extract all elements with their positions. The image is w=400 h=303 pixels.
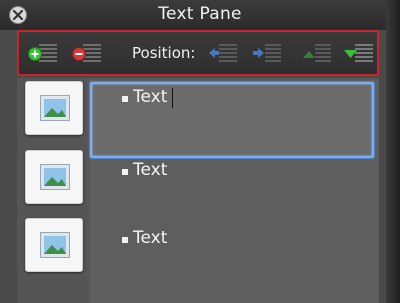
arrow-up-list-icon	[303, 44, 331, 62]
arrow-left-list-icon	[209, 44, 237, 62]
text-pane-window: Text Pane Position: Text Text Text	[0, 0, 400, 303]
add-item-button[interactable]	[27, 42, 59, 64]
text-item-label[interactable]: Text	[133, 160, 167, 180]
move-up-button[interactable]	[301, 42, 333, 64]
picture-icon	[40, 95, 70, 121]
window-title: Text Pane	[158, 4, 242, 24]
move-right-button[interactable]	[251, 42, 283, 64]
text-item-3[interactable]: Text	[90, 224, 374, 254]
item-thumbnail-1[interactable]	[25, 81, 83, 135]
item-thumbnail-3[interactable]	[25, 218, 83, 272]
move-down-button[interactable]	[343, 42, 375, 64]
text-item-2[interactable]: Text	[90, 156, 374, 186]
item-thumbnail-2[interactable]	[25, 150, 83, 204]
window-edge	[386, 0, 400, 303]
text-cursor	[172, 88, 173, 108]
position-label: Position:	[132, 44, 196, 62]
title-bar[interactable]: Text Pane	[0, 0, 400, 30]
bullet	[122, 169, 128, 175]
thumbnail-column	[17, 78, 87, 303]
remove-list-icon	[72, 44, 101, 62]
arrow-down-list-icon	[344, 44, 373, 62]
picture-icon	[40, 232, 70, 258]
bullet	[122, 96, 128, 102]
text-item-label[interactable]: Text	[133, 228, 167, 248]
move-left-button[interactable]	[207, 42, 239, 64]
add-list-icon	[28, 44, 57, 62]
text-item-label[interactable]: Text	[133, 87, 167, 107]
remove-item-button[interactable]	[71, 42, 103, 64]
toolbar: Position:	[17, 30, 379, 76]
bullet	[122, 237, 128, 243]
picture-icon	[40, 164, 70, 190]
arrow-right-list-icon	[253, 44, 281, 62]
text-item-1[interactable]: Text	[90, 82, 374, 158]
text-list: Text Text Text	[90, 80, 379, 303]
